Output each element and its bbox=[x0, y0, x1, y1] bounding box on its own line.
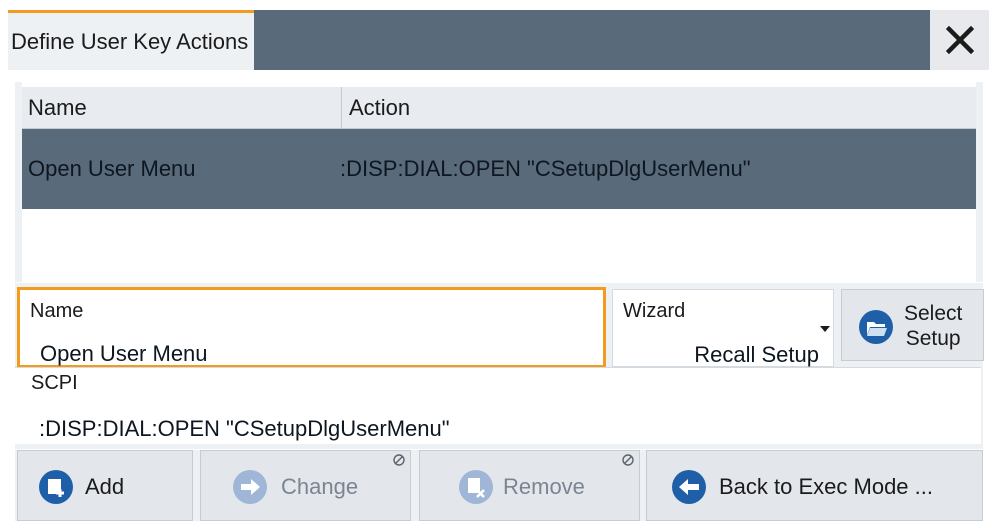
row-name-cell: Open User Menu bbox=[28, 156, 196, 181]
table-row[interactable]: Open User Menu :DISP:DIAL:OPEN "CSetupDl… bbox=[22, 129, 976, 209]
row-action-cell: :DISP:DIAL:OPEN "CSetupDlgUserMenu" bbox=[340, 156, 751, 181]
user-key-actions-table: Name Action Open User Menu :DISP:DIAL:OP… bbox=[15, 82, 983, 282]
button-bar: Add Change Remove Back to Exec Mode ... bbox=[15, 450, 983, 521]
name-field[interactable]: Name Open User Menu bbox=[17, 287, 606, 368]
scpi-value: :DISP:DIAL:OPEN "CSetupDlgUserMenu" bbox=[39, 416, 450, 441]
dropdown-arrow-icon bbox=[820, 326, 830, 332]
wizard-label: Wizard bbox=[623, 300, 686, 322]
select-setup-button[interactable]: Select Setup bbox=[841, 289, 984, 361]
table-header: Name Action bbox=[22, 87, 976, 129]
remove-icon bbox=[459, 470, 493, 504]
select-setup-label-line1: Select bbox=[904, 302, 963, 325]
back-arrow-icon bbox=[672, 470, 706, 504]
change-icon bbox=[233, 470, 267, 504]
change-button[interactable]: Change bbox=[200, 450, 411, 521]
remove-label: Remove bbox=[503, 474, 585, 499]
scpi-label: SCPI bbox=[31, 372, 78, 394]
close-icon bbox=[945, 26, 974, 54]
edit-panel: Name Open User Menu Wizard Recall Setup … bbox=[15, 283, 984, 449]
add-icon bbox=[39, 470, 73, 504]
title-bar: Define User Key Actions bbox=[0, 0, 989, 70]
wizard-dropdown[interactable]: Wizard Recall Setup bbox=[612, 289, 834, 367]
wizard-value: Recall Setup bbox=[694, 342, 819, 367]
title-bar-fill bbox=[254, 10, 930, 70]
name-value: Open User Menu bbox=[40, 341, 208, 366]
column-header-name[interactable]: Name bbox=[28, 87, 342, 129]
remove-button[interactable]: Remove bbox=[419, 450, 640, 521]
name-label: Name bbox=[30, 300, 84, 322]
folder-open-icon bbox=[859, 310, 893, 344]
add-label: Add bbox=[85, 474, 125, 499]
define-user-key-actions-dialog: Define User Key Actions Name Action Open… bbox=[0, 0, 989, 521]
close-button[interactable] bbox=[930, 10, 989, 70]
change-label: Change bbox=[281, 474, 359, 499]
scpi-field[interactable]: SCPI :DISP:DIAL:OPEN "CSetupDlgUserMenu" bbox=[15, 367, 981, 444]
title-tab: Define User Key Actions bbox=[8, 10, 254, 70]
back-to-exec-mode-button[interactable]: Back to Exec Mode ... bbox=[646, 450, 983, 521]
dialog-title: Define User Key Actions bbox=[11, 28, 249, 54]
back-label: Back to Exec Mode ... bbox=[719, 474, 933, 499]
add-button[interactable]: Add bbox=[17, 450, 193, 521]
select-setup-label-line2: Setup bbox=[905, 327, 961, 350]
disabled-icon bbox=[393, 454, 405, 466]
column-header-action[interactable]: Action bbox=[349, 87, 410, 129]
disabled-icon bbox=[622, 454, 634, 466]
